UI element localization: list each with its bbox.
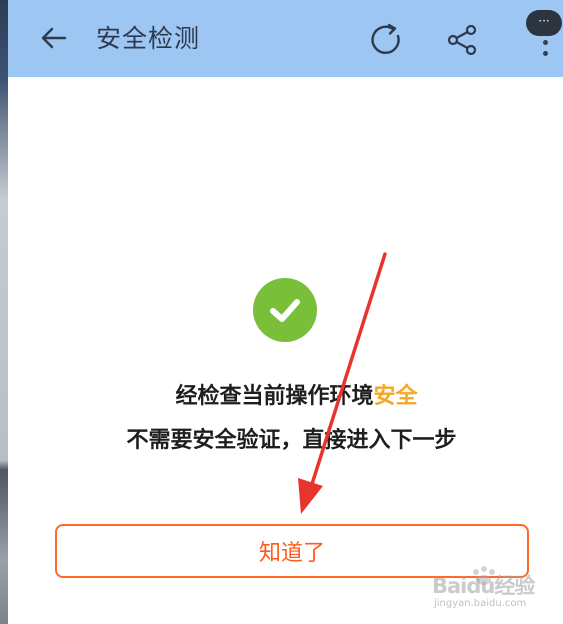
- back-button[interactable]: [36, 20, 72, 56]
- arrow-left-icon: [41, 27, 67, 49]
- baidu-jingyan-watermark: Baidu经验 jingyan.baidu.com: [430, 566, 560, 618]
- result-message-line2: 不需要安全验证，直接进入下一步: [126, 428, 457, 453]
- share-button[interactable]: [442, 20, 482, 60]
- more-button[interactable]: ···: [520, 6, 563, 60]
- watermark-brand: Baidu经验: [432, 574, 535, 598]
- top-bar: 安全检测 ···: [8, 0, 563, 77]
- refresh-button[interactable]: [366, 20, 406, 60]
- more-vertical-icon: [543, 40, 549, 62]
- watermark-url: jingyan.baidu.com: [434, 598, 527, 609]
- page-title: 安全检测: [96, 24, 201, 53]
- refresh-icon: [371, 23, 400, 54]
- result-message-line1: 经检查当前操作环境安全: [0, 382, 563, 412]
- background-window-edge: [0, 0, 8, 624]
- share-icon: [447, 24, 477, 56]
- more-bubble: ···: [526, 10, 562, 36]
- result-message-prefix: 经检查当前操作环境: [175, 384, 374, 409]
- result-safe-highlight: 安全: [373, 384, 418, 409]
- check-circle-icon: [253, 278, 317, 342]
